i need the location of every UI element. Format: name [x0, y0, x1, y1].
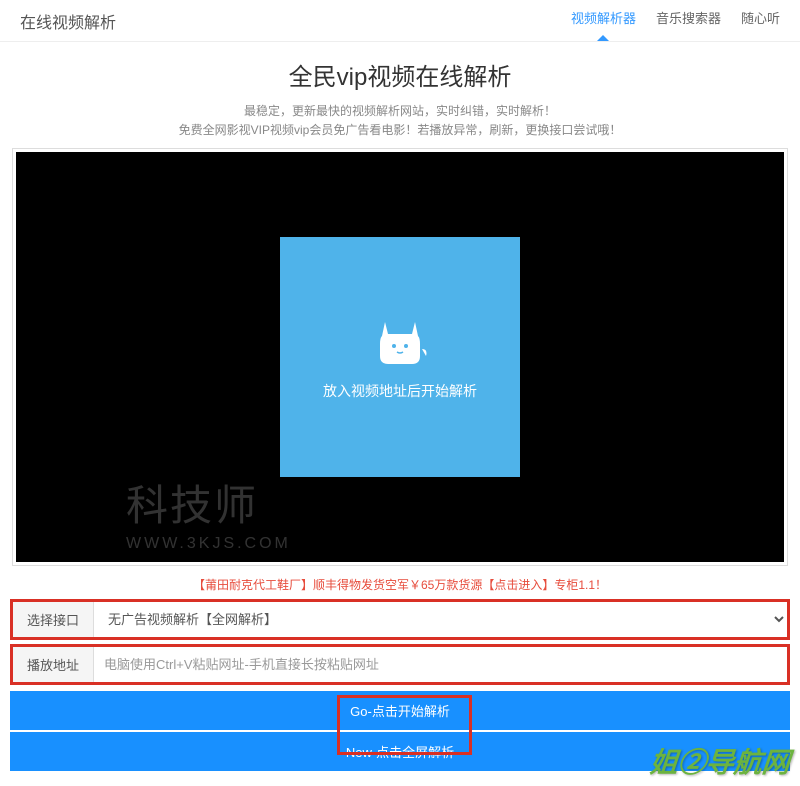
player-prompt: 放入视频地址后开始解析	[323, 381, 477, 401]
video-player[interactable]: 放入视频地址后开始解析 科技师 WWW.3KJS.COM	[16, 152, 784, 562]
subtitle-line1: 最稳定，更新最快的视频解析网站，实时纠错，实时解析！	[0, 102, 800, 121]
nav-video-parser[interactable]: 视频解析器	[571, 8, 636, 33]
go-button[interactable]: Go-点击开始解析	[10, 691, 790, 730]
nav-listen[interactable]: 随心听	[741, 8, 780, 33]
watermark-main: 科技师	[126, 472, 291, 533]
ad-banner[interactable]: 【莆田耐克代工鞋厂】顺丰得物发货空军￥65万款货源【点击进入】专柜1.1！	[0, 576, 800, 593]
nav-music-search[interactable]: 音乐搜索器	[656, 8, 721, 33]
address-label: 播放地址	[13, 647, 94, 682]
watermark: 科技师 WWW.3KJS.COM	[126, 472, 291, 553]
interface-row: 选择接口 无广告视频解析【全网解析】	[10, 599, 790, 640]
cat-icon	[370, 314, 430, 369]
subtitle-line2: 免费全网影视VIP视频vip会员免广告看电影！若播放异常，刷新，更换接口尝试哦！	[0, 121, 800, 140]
subtitle: 最稳定，更新最快的视频解析网站，实时纠错，实时解析！ 免费全网影视VIP视频vi…	[0, 102, 800, 140]
nav: 视频解析器 音乐搜索器 随心听	[571, 8, 780, 33]
video-container: 放入视频地址后开始解析 科技师 WWW.3KJS.COM	[12, 148, 788, 566]
site-title: 在线视频解析	[20, 9, 116, 33]
player-placeholder: 放入视频地址后开始解析	[280, 237, 520, 477]
address-row: 播放地址	[10, 644, 790, 685]
interface-select[interactable]: 无广告视频解析【全网解析】	[94, 602, 787, 637]
address-input[interactable]	[94, 647, 787, 682]
footer-watermark: 姐②导航网	[648, 741, 792, 781]
watermark-sub: WWW.3KJS.COM	[126, 535, 291, 553]
interface-label: 选择接口	[13, 602, 94, 637]
button-row: Go-点击开始解析	[10, 691, 790, 730]
header: 在线视频解析 视频解析器 音乐搜索器 随心听	[0, 0, 800, 42]
page-title: 全民vip视频在线解析	[0, 57, 800, 92]
